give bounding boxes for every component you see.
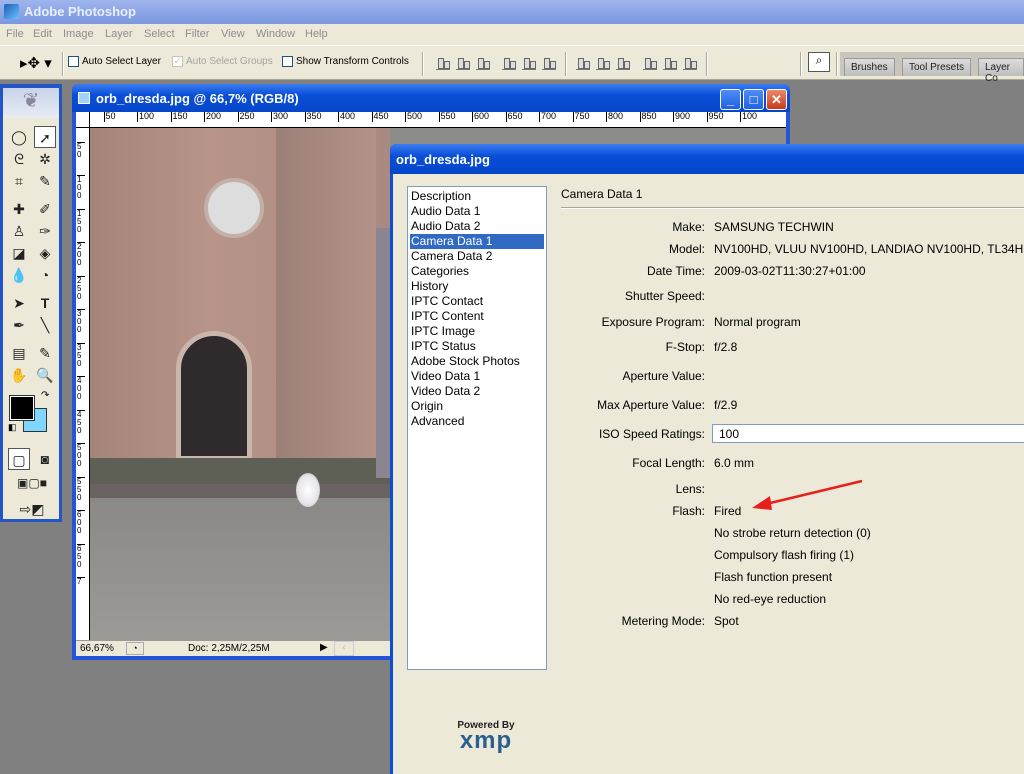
arrow-shaft [765,479,863,506]
annotation-arrow [752,479,863,510]
arrow-head [752,496,772,510]
